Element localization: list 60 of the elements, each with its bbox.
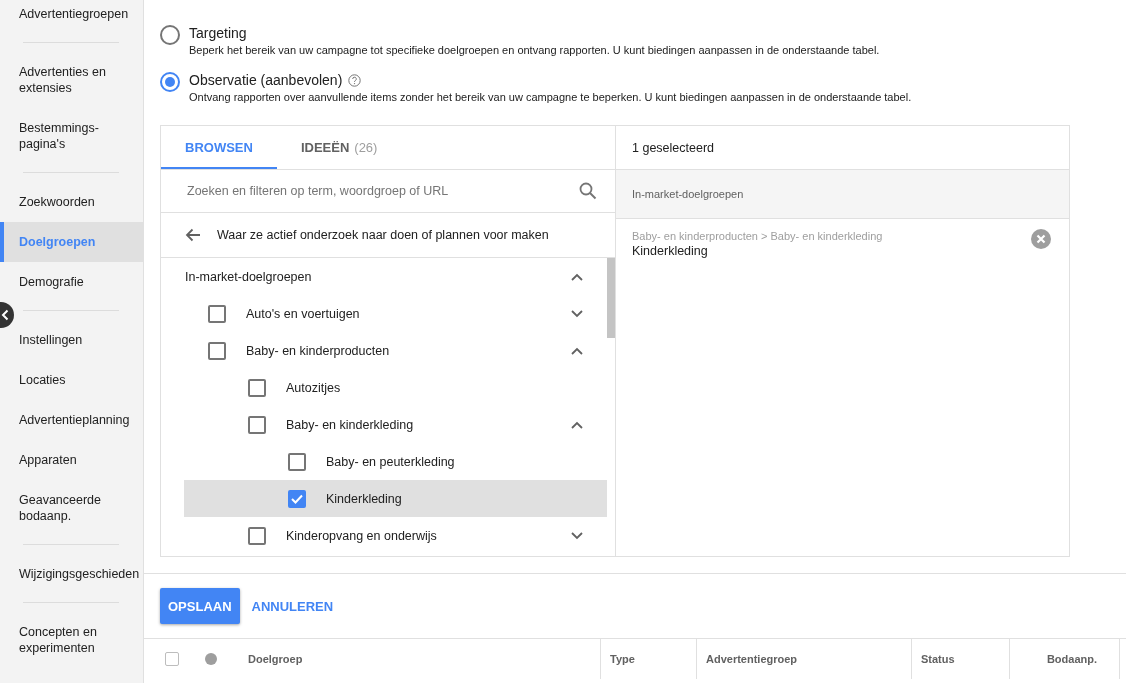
checkbox[interactable]	[248, 378, 266, 397]
group-header: In-market-doelgroepen	[616, 170, 1069, 219]
cancel-button[interactable]: ANNULEREN	[243, 588, 342, 624]
save-button[interactable]: OPSLAAN	[160, 588, 240, 624]
checkbox[interactable]	[208, 304, 226, 323]
status-dot-icon	[205, 653, 217, 665]
tree-row[interactable]: In-market-doelgroepen	[161, 258, 607, 295]
chevron-up-icon[interactable]	[571, 272, 583, 281]
search-field[interactable]: Zoeken en filteren op term, woordgroep of URL	[185, 183, 579, 199]
sidebar-item[interactable]: Apparaten	[0, 440, 143, 480]
column-header[interactable]: Advertentiegroep	[697, 639, 912, 679]
radio-button[interactable]	[160, 25, 180, 45]
chevron-up-icon[interactable]	[571, 420, 583, 429]
chevron-down-icon[interactable]	[571, 531, 583, 540]
checkbox[interactable]	[288, 452, 306, 471]
back-arrow-icon[interactable]	[185, 228, 201, 242]
checkbox[interactable]	[248, 526, 266, 545]
option-title: Observatie (aanbevolen)	[189, 71, 343, 90]
scrollbar-thumb[interactable]	[607, 258, 615, 338]
sidebar-item[interactable]: Advertentiegroepen	[0, 0, 143, 34]
chevron-left-icon[interactable]	[1, 309, 9, 321]
sidebar-item[interactable]: Concepten en experimenten	[0, 612, 143, 668]
sidebar-item[interactable]: Bestemmings-pagina's	[0, 108, 143, 164]
tree-row[interactable]: Kinderkleding	[184, 480, 607, 517]
sidebar-item[interactable]: Instellingen	[0, 320, 143, 360]
chevron-down-icon[interactable]	[571, 309, 583, 318]
sidebar-item[interactable]: Advertenties en extensies	[0, 52, 143, 108]
sidebar-item[interactable]: Advertentieplanning	[0, 400, 143, 440]
sidebar-item[interactable]: Geavanceerde bodaanp.	[0, 480, 143, 536]
sidebar-item[interactable]: Locaties	[0, 360, 143, 400]
tree-row[interactable]: Baby- en kinderkleding	[161, 406, 607, 443]
option-description: Ontvang rapporten over aanvullende items zonder het bereik van uw campagne te beperken. U kunt biedingen aanpassen in de onderstaande tabel.	[189, 90, 912, 104]
column-header[interactable]: Doelgroep	[240, 639, 601, 679]
tree-row[interactable]: Auto's en voertuigen	[161, 295, 607, 332]
selection-label: Kinderkleding	[632, 243, 709, 259]
checkbox[interactable]	[165, 652, 179, 666]
selection-path: Baby- en kinderproducten > Baby- en kinderkleding	[632, 229, 884, 243]
help-icon[interactable]	[348, 73, 362, 87]
radio-button[interactable]	[160, 72, 180, 92]
checkbox[interactable]	[208, 341, 226, 360]
checkbox[interactable]	[288, 489, 306, 508]
sidebar-item[interactable]: Zoekwoorden	[0, 182, 143, 222]
option-description: Beperk het bereik van uw campagne tot specifieke doelgroepen en ontvang rapporten. U kunt biedingen aanpassen in de onderstaande tabel.	[189, 43, 880, 57]
tree-row[interactable]: Baby- en kinderproducten	[161, 332, 607, 369]
option-title: Targeting	[189, 24, 247, 43]
checkbox[interactable]	[248, 415, 266, 434]
tab[interactable]: BROWSEN	[161, 126, 277, 169]
remove-icon[interactable]	[1031, 229, 1051, 249]
sidebar-item[interactable]: Wijzigingsgeschieden	[0, 554, 143, 594]
search-icon[interactable]	[579, 182, 597, 200]
tree-row[interactable]: Autozitjes	[161, 369, 607, 406]
column-header[interactable]: Type	[601, 639, 697, 679]
chevron-up-icon[interactable]	[571, 346, 583, 355]
column-header[interactable]: Status	[912, 639, 1010, 679]
breadcrumb-text: Waar ze actief onderzoek naar doen of plannen voor maken	[217, 228, 549, 242]
tab[interactable]: IDEEËN (26)	[276, 126, 402, 169]
tree-row[interactable]: Baby- en peuterkleding	[161, 443, 607, 480]
column-header[interactable]: Bodaanp.	[1010, 639, 1120, 679]
sidebar-item[interactable]: Demografie	[0, 262, 143, 302]
tree-row[interactable]: Kinderopvang en onderwijs	[161, 517, 607, 554]
